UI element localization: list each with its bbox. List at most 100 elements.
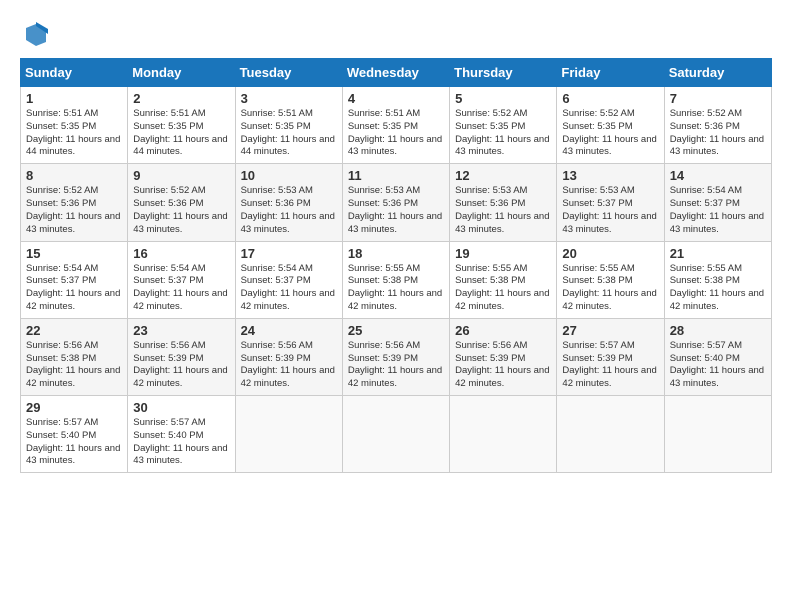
day-number: 11 <box>348 168 444 183</box>
calendar-cell: 9Sunrise: 5:52 AMSunset: 5:36 PMDaylight… <box>128 164 235 241</box>
day-info: Sunrise: 5:54 AMSunset: 5:37 PMDaylight:… <box>26 263 122 314</box>
day-number: 14 <box>670 168 766 183</box>
logo-icon <box>22 20 50 48</box>
header-wednesday: Wednesday <box>342 59 449 87</box>
header-thursday: Thursday <box>450 59 557 87</box>
calendar-cell: 30 Sunrise: 5:57 AMSunset: 5:40 PMDayligh… <box>128 396 235 473</box>
day-info: Sunrise: 5:52 AMSunset: 5:36 PMDaylight:… <box>26 185 122 236</box>
logo <box>20 20 50 48</box>
day-info: Sunrise: 5:55 AMSunset: 5:38 PMDaylight:… <box>562 263 658 314</box>
calendar-cell: 23Sunrise: 5:56 AMSunset: 5:39 PMDayligh… <box>128 318 235 395</box>
calendar-cell: 26 Sunrise: 5:56 AMSunset: 5:39 PMDayligh… <box>450 318 557 395</box>
calendar-cell: 11 Sunrise: 5:53 AMSunset: 5:36 PMDayligh… <box>342 164 449 241</box>
calendar-header-row: SundayMondayTuesdayWednesdayThursdayFrid… <box>21 59 772 87</box>
page-header <box>20 20 772 48</box>
day-info: Sunrise: 5:51 AMSunset: 5:35 PMDaylight:… <box>26 108 122 159</box>
day-info: Sunrise: 5:54 AMSunset: 5:37 PMDaylight:… <box>241 263 337 314</box>
day-info: Sunrise: 5:56 AMSunset: 5:38 PMDaylight:… <box>26 340 122 391</box>
day-info: Sunrise: 5:55 AMSunset: 5:38 PMDaylight:… <box>348 263 444 314</box>
calendar-cell <box>235 396 342 473</box>
day-number: 20 <box>562 246 658 261</box>
day-number: 19 <box>455 246 551 261</box>
day-info: Sunrise: 5:56 AMSunset: 5:39 PMDaylight:… <box>455 340 551 391</box>
calendar-cell: 12Sunrise: 5:53 AMSunset: 5:36 PMDayligh… <box>450 164 557 241</box>
day-number: 5 <box>455 91 551 106</box>
calendar-cell: 2Sunrise: 5:51 AMSunset: 5:35 PMDaylight… <box>128 87 235 164</box>
day-number: 28 <box>670 323 766 338</box>
calendar-cell: 18 Sunrise: 5:55 AMSunset: 5:38 PMDayligh… <box>342 241 449 318</box>
calendar-cell: 15Sunrise: 5:54 AMSunset: 5:37 PMDayligh… <box>21 241 128 318</box>
calendar-cell: 1Sunrise: 5:51 AMSunset: 5:35 PMDaylight… <box>21 87 128 164</box>
day-info: Sunrise: 5:51 AMSunset: 5:35 PMDaylight:… <box>133 108 229 159</box>
calendar-week-row: 1Sunrise: 5:51 AMSunset: 5:35 PMDaylight… <box>21 87 772 164</box>
day-info: Sunrise: 5:56 AMSunset: 5:39 PMDaylight:… <box>241 340 337 391</box>
day-number: 23 <box>133 323 229 338</box>
day-info: Sunrise: 5:57 AMSunset: 5:39 PMDaylight:… <box>562 340 658 391</box>
day-number: 21 <box>670 246 766 261</box>
header-sunday: Sunday <box>21 59 128 87</box>
day-number: 26 <box>455 323 551 338</box>
day-info: Sunrise: 5:57 AMSunset: 5:40 PMDaylight:… <box>26 417 122 468</box>
day-info: Sunrise: 5:54 AMSunset: 5:37 PMDaylight:… <box>670 185 766 236</box>
calendar-cell: 4 Sunrise: 5:51 AMSunset: 5:35 PMDaylight… <box>342 87 449 164</box>
day-number: 9 <box>133 168 229 183</box>
calendar-week-row: 22 Sunrise: 5:56 AMSunset: 5:38 PMDayligh… <box>21 318 772 395</box>
calendar-cell: 5 Sunrise: 5:52 AMSunset: 5:35 PMDaylight… <box>450 87 557 164</box>
calendar-cell: 10 Sunrise: 5:53 AMSunset: 5:36 PMDayligh… <box>235 164 342 241</box>
day-info: Sunrise: 5:55 AMSunset: 5:38 PMDaylight:… <box>455 263 551 314</box>
day-info: Sunrise: 5:52 AMSunset: 5:36 PMDaylight:… <box>670 108 766 159</box>
calendar-cell <box>557 396 664 473</box>
day-number: 17 <box>241 246 337 261</box>
day-info: Sunrise: 5:54 AMSunset: 5:37 PMDaylight:… <box>133 263 229 314</box>
day-number: 18 <box>348 246 444 261</box>
day-number: 6 <box>562 91 658 106</box>
day-number: 27 <box>562 323 658 338</box>
day-number: 30 <box>133 400 229 415</box>
day-info: Sunrise: 5:53 AMSunset: 5:37 PMDaylight:… <box>562 185 658 236</box>
calendar-table: SundayMondayTuesdayWednesdayThursdayFrid… <box>20 58 772 473</box>
calendar-cell: 3Sunrise: 5:51 AMSunset: 5:35 PMDaylight… <box>235 87 342 164</box>
calendar-cell <box>342 396 449 473</box>
day-number: 25 <box>348 323 444 338</box>
day-number: 24 <box>241 323 337 338</box>
header-saturday: Saturday <box>664 59 771 87</box>
calendar-cell: 7 Sunrise: 5:52 AMSunset: 5:36 PMDaylight… <box>664 87 771 164</box>
header-friday: Friday <box>557 59 664 87</box>
day-info: Sunrise: 5:51 AMSunset: 5:35 PMDaylight:… <box>348 108 444 159</box>
day-number: 29 <box>26 400 122 415</box>
calendar-cell: 20 Sunrise: 5:55 AMSunset: 5:38 PMDayligh… <box>557 241 664 318</box>
day-number: 10 <box>241 168 337 183</box>
day-number: 7 <box>670 91 766 106</box>
calendar-cell: 8 Sunrise: 5:52 AMSunset: 5:36 PMDaylight… <box>21 164 128 241</box>
day-info: Sunrise: 5:57 AMSunset: 5:40 PMDaylight:… <box>670 340 766 391</box>
calendar-cell <box>450 396 557 473</box>
day-info: Sunrise: 5:55 AMSunset: 5:38 PMDaylight:… <box>670 263 766 314</box>
calendar-cell: 29 Sunrise: 5:57 AMSunset: 5:40 PMDayligh… <box>21 396 128 473</box>
calendar-cell: 19 Sunrise: 5:55 AMSunset: 5:38 PMDayligh… <box>450 241 557 318</box>
day-info: Sunrise: 5:52 AMSunset: 5:35 PMDaylight:… <box>562 108 658 159</box>
day-number: 4 <box>348 91 444 106</box>
header-tuesday: Tuesday <box>235 59 342 87</box>
calendar-week-row: 29 Sunrise: 5:57 AMSunset: 5:40 PMDayligh… <box>21 396 772 473</box>
calendar-cell: 22 Sunrise: 5:56 AMSunset: 5:38 PMDayligh… <box>21 318 128 395</box>
calendar-cell: 27 Sunrise: 5:57 AMSunset: 5:39 PMDayligh… <box>557 318 664 395</box>
day-number: 8 <box>26 168 122 183</box>
calendar-cell: 14 Sunrise: 5:54 AMSunset: 5:37 PMDayligh… <box>664 164 771 241</box>
calendar-cell: 6 Sunrise: 5:52 AMSunset: 5:35 PMDaylight… <box>557 87 664 164</box>
day-info: Sunrise: 5:53 AMSunset: 5:36 PMDaylight:… <box>455 185 551 236</box>
day-info: Sunrise: 5:53 AMSunset: 5:36 PMDaylight:… <box>241 185 337 236</box>
day-number: 13 <box>562 168 658 183</box>
day-info: Sunrise: 5:52 AMSunset: 5:35 PMDaylight:… <box>455 108 551 159</box>
day-number: 22 <box>26 323 122 338</box>
calendar-cell <box>664 396 771 473</box>
calendar-cell: 17 Sunrise: 5:54 AMSunset: 5:37 PMDayligh… <box>235 241 342 318</box>
calendar-cell: 28 Sunrise: 5:57 AMSunset: 5:40 PMDayligh… <box>664 318 771 395</box>
header-monday: Monday <box>128 59 235 87</box>
day-info: Sunrise: 5:51 AMSunset: 5:35 PMDaylight:… <box>241 108 337 159</box>
calendar-cell: 24 Sunrise: 5:56 AMSunset: 5:39 PMDayligh… <box>235 318 342 395</box>
calendar-cell: 21 Sunrise: 5:55 AMSunset: 5:38 PMDayligh… <box>664 241 771 318</box>
day-info: Sunrise: 5:53 AMSunset: 5:36 PMDaylight:… <box>348 185 444 236</box>
calendar-week-row: 15Sunrise: 5:54 AMSunset: 5:37 PMDayligh… <box>21 241 772 318</box>
calendar-cell: 25Sunrise: 5:56 AMSunset: 5:39 PMDayligh… <box>342 318 449 395</box>
day-info: Sunrise: 5:57 AMSunset: 5:40 PMDaylight:… <box>133 417 229 468</box>
